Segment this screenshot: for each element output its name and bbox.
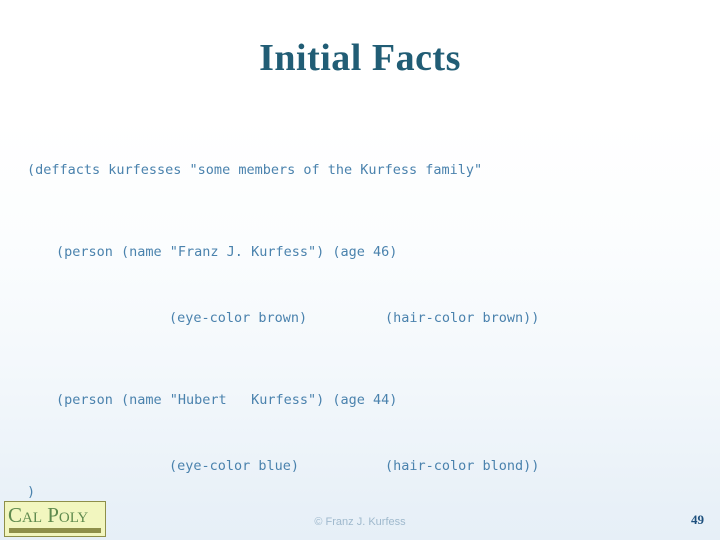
code-line-person-decl: (person (name "Franz J. Kurfess") (age 4… bbox=[56, 244, 398, 260]
code-line-deffacts: (deffacts kurfesses "some members of the… bbox=[27, 162, 483, 178]
page-title: Initial Facts bbox=[259, 37, 461, 79]
code-line-person-attrs: (eye-color blue) (hair-color blond)) bbox=[0, 456, 720, 490]
code-line-closing-paren: ) bbox=[27, 484, 36, 500]
code-line-person-attrs: (eye-color brown) (hair-color brown)) bbox=[0, 308, 720, 342]
code-line-person-decl: (person (name "Hubert Kurfess") (age 44) bbox=[56, 392, 398, 408]
copyright-text: © Franz J. Kurfess bbox=[314, 516, 406, 528]
hair-color-cell: (hair-color blond)) bbox=[385, 458, 540, 474]
hair-color-cell: (hair-color brown)) bbox=[385, 310, 540, 326]
eye-color-cell: (eye-color brown) bbox=[169, 310, 308, 326]
slide-number: 49 bbox=[691, 512, 704, 527]
eye-color-cell: (eye-color blue) bbox=[169, 458, 300, 474]
cal-poly-logo-bar bbox=[9, 528, 101, 533]
code-block: (deffacts kurfesses "some members of the… bbox=[0, 112, 720, 540]
slide-canvas: Initial Facts (deffacts kurfesses "some … bbox=[0, 0, 720, 540]
